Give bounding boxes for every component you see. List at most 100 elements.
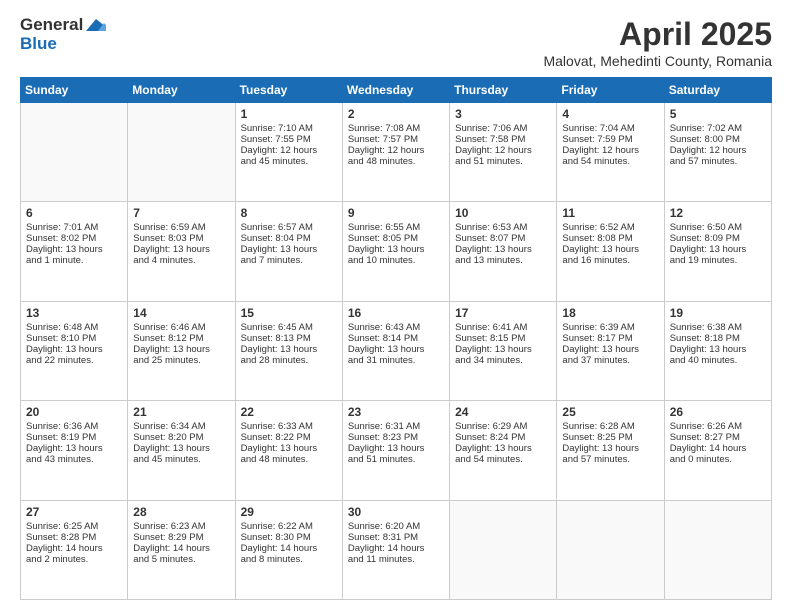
day-info: and 48 minutes.	[348, 156, 444, 167]
day-number: 18	[562, 306, 658, 320]
day-info: Sunrise: 7:10 AM	[241, 123, 337, 134]
day-info: Daylight: 14 hours	[133, 543, 229, 554]
calendar-cell	[450, 500, 557, 599]
calendar-cell	[128, 103, 235, 202]
day-info: Sunset: 7:59 PM	[562, 134, 658, 145]
day-info: Sunset: 8:30 PM	[241, 532, 337, 543]
day-info: Sunset: 8:05 PM	[348, 233, 444, 244]
day-info: and 51 minutes.	[455, 156, 551, 167]
day-info: Sunset: 8:18 PM	[670, 333, 766, 344]
day-number: 7	[133, 206, 229, 220]
day-info: Sunrise: 6:25 AM	[26, 521, 122, 532]
day-info: Daylight: 14 hours	[670, 443, 766, 454]
day-info: Sunset: 8:22 PM	[241, 432, 337, 443]
day-info: Sunrise: 6:48 AM	[26, 322, 122, 333]
day-info: Sunset: 8:00 PM	[670, 134, 766, 145]
day-info: Sunrise: 6:31 AM	[348, 421, 444, 432]
day-number: 17	[455, 306, 551, 320]
day-info: Sunrise: 6:34 AM	[133, 421, 229, 432]
day-info: Sunset: 8:09 PM	[670, 233, 766, 244]
day-info: Sunrise: 6:45 AM	[241, 322, 337, 333]
calendar-cell: 10 Sunrise: 6:53 AMSunset: 8:07 PMDayligh…	[450, 202, 557, 301]
day-info: Sunset: 8:04 PM	[241, 233, 337, 244]
day-info: and 45 minutes.	[241, 156, 337, 167]
col-sunday: Sunday	[21, 78, 128, 103]
day-info: Sunset: 7:58 PM	[455, 134, 551, 145]
day-info: Sunrise: 6:39 AM	[562, 322, 658, 333]
day-info: Sunrise: 7:01 AM	[26, 222, 122, 233]
day-number: 5	[670, 107, 766, 121]
day-info: Sunset: 8:07 PM	[455, 233, 551, 244]
calendar-cell: 26Sunrise: 6:26 AMSunset: 8:27 PMDayligh…	[664, 401, 771, 500]
day-info: Daylight: 13 hours	[133, 443, 229, 454]
month-title: April 2025	[543, 16, 772, 53]
day-number: 10	[455, 206, 551, 220]
calendar-cell: 7Sunrise: 6:59 AMSunset: 8:03 PMDaylight…	[128, 202, 235, 301]
day-info: and 4 minutes.	[133, 255, 229, 266]
day-info: Sunset: 8:29 PM	[133, 532, 229, 543]
day-info: Sunset: 8:23 PM	[348, 432, 444, 443]
calendar-cell: 13Sunrise: 6:48 AMSunset: 8:10 PMDayligh…	[21, 301, 128, 400]
day-number: 11	[562, 206, 658, 220]
day-info: Daylight: 13 hours	[562, 344, 658, 355]
day-info: Sunset: 8:24 PM	[455, 432, 551, 443]
calendar-cell: 6Sunrise: 7:01 AMSunset: 8:02 PMDaylight…	[21, 202, 128, 301]
day-info: and 57 minutes.	[670, 156, 766, 167]
day-info: Daylight: 13 hours	[455, 244, 551, 255]
col-thursday: Thursday	[450, 78, 557, 103]
day-number: 30	[348, 505, 444, 519]
day-info: Sunset: 7:55 PM	[241, 134, 337, 145]
day-info: Sunrise: 7:06 AM	[455, 123, 551, 134]
day-info: Daylight: 12 hours	[348, 145, 444, 156]
day-info: Daylight: 13 hours	[348, 244, 444, 255]
calendar-cell: 1Sunrise: 7:10 AMSunset: 7:55 PMDaylight…	[235, 103, 342, 202]
col-tuesday: Tuesday	[235, 78, 342, 103]
day-number: 19	[670, 306, 766, 320]
day-info: Sunrise: 6:41 AM	[455, 322, 551, 333]
day-info: and 13 minutes.	[455, 255, 551, 266]
calendar-cell: 16Sunrise: 6:43 AMSunset: 8:14 PMDayligh…	[342, 301, 449, 400]
day-number: 12	[670, 206, 766, 220]
calendar-cell: 21Sunrise: 6:34 AMSunset: 8:20 PMDayligh…	[128, 401, 235, 500]
day-number: 26	[670, 405, 766, 419]
day-info: Sunrise: 7:04 AM	[562, 123, 658, 134]
calendar-cell: 29Sunrise: 6:22 AMSunset: 8:30 PMDayligh…	[235, 500, 342, 599]
day-info: Sunset: 7:57 PM	[348, 134, 444, 145]
day-info: and 8 minutes.	[241, 554, 337, 565]
day-info: Sunset: 8:12 PM	[133, 333, 229, 344]
col-friday: Friday	[557, 78, 664, 103]
day-info: and 22 minutes.	[26, 355, 122, 366]
day-number: 16	[348, 306, 444, 320]
day-info: Sunrise: 6:53 AM	[455, 222, 551, 233]
day-number: 15	[241, 306, 337, 320]
day-number: 28	[133, 505, 229, 519]
day-info: Sunset: 8:25 PM	[562, 432, 658, 443]
day-info: Sunrise: 6:28 AM	[562, 421, 658, 432]
calendar-cell: 17Sunrise: 6:41 AMSunset: 8:15 PMDayligh…	[450, 301, 557, 400]
calendar-cell: 27Sunrise: 6:25 AMSunset: 8:28 PMDayligh…	[21, 500, 128, 599]
calendar-cell: 12Sunrise: 6:50 AMSunset: 8:09 PMDayligh…	[664, 202, 771, 301]
day-number: 25	[562, 405, 658, 419]
logo: General Blue	[20, 16, 106, 53]
day-info: Sunrise: 6:26 AM	[670, 421, 766, 432]
day-info: Sunset: 8:15 PM	[455, 333, 551, 344]
day-info: Sunrise: 6:38 AM	[670, 322, 766, 333]
day-number: 1	[241, 107, 337, 121]
day-info: Daylight: 13 hours	[26, 344, 122, 355]
day-info: and 54 minutes.	[562, 156, 658, 167]
day-number: 24	[455, 405, 551, 419]
day-info: and 1 minute.	[26, 255, 122, 266]
calendar-cell: 9Sunrise: 6:55 AMSunset: 8:05 PMDaylight…	[342, 202, 449, 301]
day-info: Sunrise: 6:52 AM	[562, 222, 658, 233]
day-info: Sunrise: 6:20 AM	[348, 521, 444, 532]
day-info: and 28 minutes.	[241, 355, 337, 366]
day-info: and 2 minutes.	[26, 554, 122, 565]
calendar-cell: 2Sunrise: 7:08 AMSunset: 7:57 PMDaylight…	[342, 103, 449, 202]
day-info: Daylight: 14 hours	[241, 543, 337, 554]
day-info: Daylight: 13 hours	[670, 244, 766, 255]
calendar-cell	[557, 500, 664, 599]
day-info: Daylight: 13 hours	[26, 244, 122, 255]
calendar-cell: 24Sunrise: 6:29 AMSunset: 8:24 PMDayligh…	[450, 401, 557, 500]
calendar-cell: 22Sunrise: 6:33 AMSunset: 8:22 PMDayligh…	[235, 401, 342, 500]
day-info: Sunrise: 6:46 AM	[133, 322, 229, 333]
